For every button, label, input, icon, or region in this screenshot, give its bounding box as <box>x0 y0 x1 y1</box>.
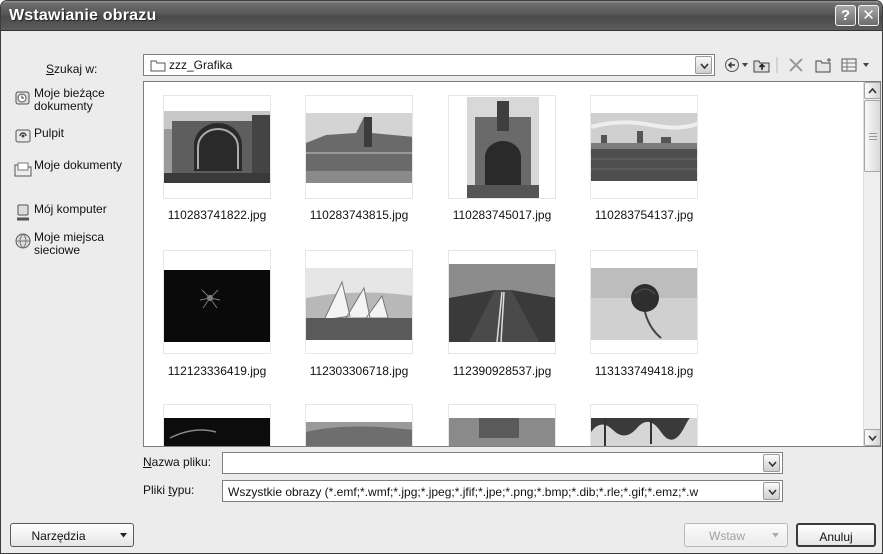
scrollbar-thumb[interactable] <box>864 100 880 172</box>
chevron-down-icon <box>868 435 877 441</box>
file-thumbnail[interactable] <box>448 250 556 354</box>
look-in-dropdown[interactable]: zzz_Grafika <box>143 54 715 76</box>
file-thumbnail[interactable] <box>163 95 271 199</box>
file-type-value: Wszystkie obrazy (*.emf;*.wmf;*.jpg;*.jp… <box>228 485 699 499</box>
file-thumbnail[interactable] <box>448 404 556 446</box>
file-type-dropdown-button[interactable] <box>763 482 780 500</box>
new-folder-icon <box>815 58 831 73</box>
file-list[interactable]: 110283741822.jpg 110283743815.jpg 110283… <box>143 81 881 447</box>
my-documents-icon <box>14 162 32 177</box>
image-preview <box>306 268 412 340</box>
tools-button[interactable]: Narzędzia <box>10 523 134 547</box>
up-one-level-button[interactable] <box>750 54 774 76</box>
look-in-dropdown-button[interactable] <box>695 56 712 74</box>
file-thumbnail[interactable] <box>590 250 698 354</box>
file-name[interactable]: 110283745017.jpg <box>432 208 572 222</box>
places-bar: Moje bieżące dokumenty Pulpit Moje dokum… <box>11 81 138 461</box>
file-thumbnail[interactable] <box>448 95 556 199</box>
cancel-label: Anuluj <box>819 530 853 544</box>
my-computer-icon <box>17 204 29 221</box>
image-preview <box>591 113 697 181</box>
image-preview <box>591 268 697 340</box>
file-name-dropdown-button[interactable] <box>763 454 780 472</box>
new-folder-button[interactable] <box>812 54 836 76</box>
image-preview <box>591 418 697 446</box>
file-name-label: Nazwa pliku: <box>143 455 212 469</box>
help-icon: ? <box>840 7 851 24</box>
look-in-label: Szukaj w: <box>46 62 98 76</box>
file-thumbnail[interactable] <box>305 404 413 446</box>
file-name[interactable]: 112123336419.jpg <box>147 364 287 378</box>
place-label: Pulpit <box>34 126 65 140</box>
chevron-down-icon <box>700 63 709 69</box>
file-name-input[interactable] <box>222 452 783 474</box>
image-preview <box>306 113 412 183</box>
image-preview <box>467 97 539 198</box>
title-bar[interactable]: Wstawianie obrazu ? ✕ <box>1 1 882 31</box>
close-button[interactable]: ✕ <box>858 5 879 26</box>
toolbar-divider <box>773 54 779 76</box>
file-thumbnail[interactable] <box>163 250 271 354</box>
insert-label: Wstaw <box>709 529 745 543</box>
insert-picture-dialog: Wstawianie obrazu ? ✕ Szukaj w: zzz_Graf… <box>0 0 883 554</box>
grip-line <box>869 133 877 134</box>
file-name[interactable]: 112390928537.jpg <box>432 364 572 378</box>
file-thumbnail[interactable] <box>590 404 698 446</box>
toolbar <box>721 54 881 76</box>
file-name[interactable]: 110283754137.jpg <box>574 208 714 222</box>
dialog-title: Wstawianie obrazu <box>9 7 157 24</box>
delete-icon <box>789 58 803 72</box>
file-type-dropdown[interactable]: Wszystkie obrazy (*.emf;*.wmf;*.jpg;*.jp… <box>222 480 783 502</box>
delete-button[interactable] <box>785 54 809 76</box>
file-thumbnail[interactable] <box>305 250 413 354</box>
file-thumbnail[interactable] <box>590 95 698 199</box>
grip-line <box>869 136 877 137</box>
vertical-scrollbar[interactable] <box>863 82 880 446</box>
place-recent-documents[interactable]: Moje bieżące dokumenty <box>11 85 136 127</box>
place-label: Moje bieżące dokumenty <box>34 86 105 113</box>
file-thumbnail[interactable] <box>305 95 413 199</box>
scroll-down-button[interactable] <box>864 429 880 446</box>
chevron-down-icon <box>768 461 777 467</box>
views-button[interactable] <box>838 54 878 76</box>
triangle-down-icon <box>120 533 127 538</box>
file-type-label: Pliki typu: <box>143 483 195 497</box>
image-preview <box>449 264 555 342</box>
network-places-icon <box>15 233 31 249</box>
desktop-icon <box>15 129 31 143</box>
look-in-value: zzz_Grafika <box>169 58 233 72</box>
image-preview <box>164 270 270 342</box>
chevron-up-icon <box>868 88 877 94</box>
image-preview <box>164 418 270 446</box>
image-preview <box>164 111 270 183</box>
place-network-places[interactable]: Moje miejsca sieciowe <box>11 229 136 271</box>
separator-icon <box>776 57 778 73</box>
back-icon <box>725 58 748 72</box>
insert-button[interactable]: Wstaw <box>684 523 788 547</box>
file-name[interactable]: 112303306718.jpg <box>289 364 429 378</box>
scroll-up-button[interactable] <box>864 82 880 99</box>
tools-label: Narzędzia <box>31 529 86 543</box>
chevron-down-icon <box>768 489 777 495</box>
back-button[interactable] <box>721 54 748 76</box>
place-label: Moje dokumenty <box>34 158 123 172</box>
place-label: Moje miejsca sieciowe <box>34 230 105 257</box>
image-preview <box>449 418 555 446</box>
file-name[interactable]: 110283743815.jpg <box>289 208 429 222</box>
cancel-button[interactable]: Anuluj <box>796 523 876 547</box>
file-name[interactable]: 110283741822.jpg <box>147 208 287 222</box>
file-name[interactable]: 113133749418.jpg <box>574 364 714 378</box>
grip-line <box>869 139 877 140</box>
triangle-down-icon <box>772 533 779 538</box>
image-preview <box>306 422 412 446</box>
file-thumbnail[interactable] <box>163 404 271 446</box>
recent-documents-icon <box>15 91 30 105</box>
place-my-documents[interactable]: Moje dokumenty <box>11 157 136 199</box>
help-button[interactable]: ? <box>835 5 856 26</box>
up-folder-icon <box>753 60 770 73</box>
place-label: Mój komputer <box>34 202 107 216</box>
close-icon: ✕ <box>862 7 875 24</box>
views-icon <box>841 58 869 72</box>
folder-icon <box>150 60 166 72</box>
